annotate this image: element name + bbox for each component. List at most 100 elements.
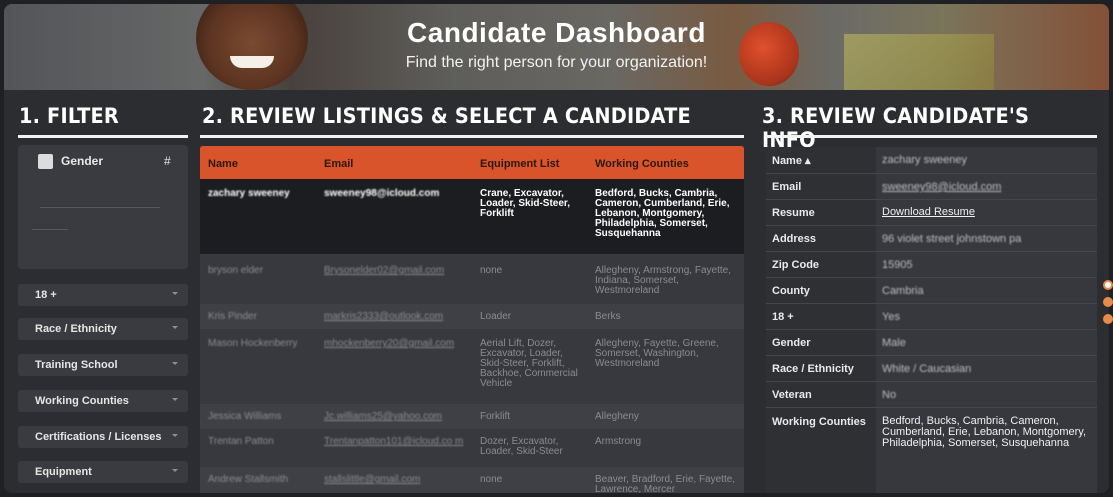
- gender-chart-line: [40, 207, 160, 208]
- row-equipment: Loader: [480, 311, 512, 322]
- table-row[interactable]: Jessica Williams Jc.williams25@yahoo.com…: [200, 404, 744, 429]
- info-value: 15905: [882, 259, 913, 271]
- gender-count-header: #: [164, 154, 171, 168]
- table-row-selected[interactable]: zachary sweeney sweeney98@icloud.com Cra…: [200, 179, 744, 254]
- info-row-veteran: Veteran No: [766, 381, 1097, 407]
- info-key: Zip Code: [772, 259, 820, 271]
- chevron-down-icon: [172, 362, 178, 365]
- dropdown-label: Equipment: [35, 466, 92, 478]
- info-key: 18 +: [772, 311, 794, 323]
- chevron-down-icon: [172, 398, 178, 401]
- section-title-filter: 1. FILTER: [19, 104, 119, 128]
- table-row[interactable]: Andrew Stallsmith stallslittle@gmail.com…: [200, 467, 744, 493]
- info-value: Cambria: [882, 285, 924, 297]
- row-equipment: Dozer, Excavator, Loader, Skid-Steer: [480, 436, 563, 457]
- chevron-down-icon: [172, 469, 178, 472]
- info-row-gender: Gender Male: [766, 329, 1097, 355]
- info-row-address: Address 96 violet street johnstown pa: [766, 225, 1097, 251]
- dropdown-label: Working Counties: [35, 395, 129, 407]
- row-counties: Allegheny, Fayette, Greene, Somerset, Wa…: [595, 338, 719, 369]
- gender-checkbox[interactable]: [38, 154, 53, 169]
- column-header-email[interactable]: Email: [324, 158, 353, 170]
- info-value: zachary sweeney: [882, 154, 967, 166]
- row-email[interactable]: sweeney98@icloud.com: [324, 189, 439, 199]
- page-dot[interactable]: [1103, 297, 1113, 307]
- info-row-race: Race / Ethnicity White / Caucasian: [766, 355, 1097, 381]
- row-counties: Beaver, Bradford, Erie, Fayette, Lawrenc…: [595, 474, 736, 494]
- download-resume-link[interactable]: Download Resume: [882, 207, 975, 218]
- info-key: County: [772, 285, 810, 297]
- dashboard-frame: Candidate Dashboard Find the right perso…: [4, 4, 1109, 493]
- row-equipment: none: [480, 265, 503, 276]
- info-key: Veteran: [772, 389, 812, 401]
- row-equipment: Aerial Lift, Dozer, Excavator, Loader, S…: [480, 338, 578, 389]
- info-key: Resume: [772, 207, 815, 219]
- row-name: Andrew Stallsmith: [208, 474, 289, 485]
- page-dot-active[interactable]: [1103, 280, 1113, 290]
- info-key: Race / Ethnicity: [772, 363, 854, 375]
- row-email[interactable]: markris2333@outlook.com: [324, 312, 443, 322]
- section-rule-filter: [18, 135, 188, 138]
- row-email[interactable]: mhockenberry20@gmail.com: [324, 339, 454, 349]
- row-name: Kris Pinder: [208, 311, 257, 322]
- info-value: 96 violet street johnstown pa: [882, 233, 1022, 245]
- gender-filter-label: Gender: [61, 154, 104, 168]
- row-equipment: Forklift: [480, 411, 510, 422]
- table-row[interactable]: Trentan Patton Trentanpatton101@icloud.c…: [200, 429, 744, 467]
- header-banner: Candidate Dashboard Find the right perso…: [4, 4, 1109, 90]
- row-equipment: Crane, Excavator, Loader, Skid-Steer, Fo…: [480, 188, 571, 219]
- filter-dropdown-certifications[interactable]: Certifications / Licenses: [18, 426, 188, 448]
- gender-filter-panel: Gender #: [18, 145, 188, 269]
- row-email[interactable]: Jc.williams25@yahoo.com: [324, 412, 442, 422]
- chevron-down-icon: [172, 326, 178, 329]
- row-name: bryson elder: [208, 265, 264, 276]
- row-counties: Armstrong: [595, 436, 642, 447]
- info-row-zip: Zip Code 15905: [766, 251, 1097, 277]
- filter-dropdown-18plus[interactable]: 18 +: [18, 284, 188, 306]
- table-row[interactable]: bryson elder Brysonelder02@gmail.com non…: [200, 254, 744, 304]
- chevron-down-icon: [172, 292, 178, 295]
- info-value: No: [882, 389, 897, 401]
- candidate-info-table: Name ▴ zachary sweeney Email sweeney98@i…: [766, 147, 1097, 493]
- filter-dropdown-equipment[interactable]: Equipment: [18, 461, 188, 483]
- dropdown-label: Training School: [35, 359, 118, 371]
- row-email[interactable]: Brysonelder02@gmail.com: [324, 266, 444, 276]
- filter-dropdown-working-counties[interactable]: Working Counties: [18, 390, 188, 412]
- row-name: Trentan Patton: [208, 436, 274, 447]
- filter-dropdown-race[interactable]: Race / Ethnicity: [18, 318, 188, 340]
- row-counties: Allegheny: [595, 411, 639, 422]
- table-header: Name Email Equipment List Working Counti…: [200, 146, 744, 179]
- info-key: Gender: [772, 337, 811, 349]
- info-row-email: Email sweeney98@icloud.com: [766, 173, 1097, 199]
- page-subtitle: Find the right person for your organizat…: [405, 54, 708, 71]
- table-row[interactable]: Kris Pinder markris2333@outlook.com Load…: [200, 304, 744, 329]
- section-rule-info: [766, 135, 1097, 138]
- section-title-listings: 2. REVIEW LISTINGS & SELECT A CANDIDATE: [202, 104, 691, 128]
- row-name: Jessica Williams: [208, 411, 282, 422]
- info-key[interactable]: Name ▴: [772, 154, 811, 167]
- info-row-name: Name ▴ zachary sweeney: [766, 147, 1097, 173]
- info-value: Bedford, Bucks, Cambria, Cameron, Cumber…: [882, 415, 1087, 449]
- filter-dropdown-training-school[interactable]: Training School: [18, 354, 188, 376]
- dropdown-label: Race / Ethnicity: [35, 323, 117, 335]
- row-email[interactable]: Trentanpatton101@icloud.co m: [324, 437, 472, 447]
- row-email[interactable]: stallslittle@gmail.com: [324, 475, 420, 485]
- column-header-name[interactable]: Name: [208, 158, 238, 170]
- column-header-equipment[interactable]: Equipment List: [480, 158, 559, 170]
- candidate-listings-table: Name Email Equipment List Working Counti…: [200, 146, 744, 493]
- gender-chart-line: [32, 229, 68, 230]
- info-value[interactable]: sweeney98@icloud.com: [882, 182, 1001, 193]
- info-row-county: County Cambria: [766, 277, 1097, 303]
- row-equipment: none: [480, 474, 503, 485]
- row-name: Mason Hockenberry: [208, 338, 298, 349]
- info-row-resume: Resume Download Resume: [766, 199, 1097, 225]
- page-dot[interactable]: [1103, 314, 1113, 324]
- info-row-working-counties: Working Counties Bedford, Bucks, Cambria…: [766, 407, 1097, 493]
- info-key: Address: [772, 233, 817, 245]
- column-header-counties[interactable]: Working Counties: [595, 158, 689, 170]
- info-value: White / Caucasian: [882, 363, 972, 375]
- row-counties: Bedford, Bucks, Cambria, Cameron, Cumber…: [595, 188, 730, 239]
- table-row[interactable]: Mason Hockenberry mhockenberry20@gmail.c…: [200, 329, 744, 404]
- info-row-18plus: 18 + Yes: [766, 303, 1097, 329]
- info-key: Email: [772, 181, 802, 193]
